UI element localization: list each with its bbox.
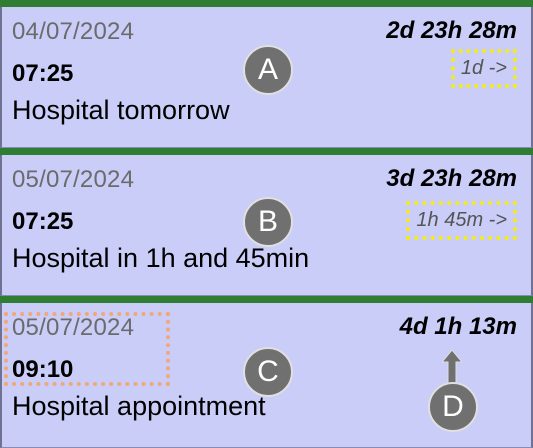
annotation-badge-d: D: [428, 382, 478, 432]
reminder-time: 07:25: [12, 60, 74, 87]
reminder-title: Hospital tomorrow: [12, 95, 230, 125]
reminder-card-a[interactable]: 04/07/2024 07:25 Hospital tomorrow 2d 23…: [0, 0, 533, 148]
reminder-title: Hospital in 1h and 45min: [12, 243, 310, 273]
arrow-up-icon: [442, 350, 462, 384]
reminder-countdown: 2d 23h 28m: [386, 17, 517, 44]
reminder-card-b[interactable]: 05/07/2024 07:25 Hospital in 1h and 45mi…: [0, 148, 533, 296]
date-time-highlight: [4, 312, 170, 386]
reminder-date: 05/07/2024: [12, 166, 135, 193]
reminder-offset: 1d ->: [450, 49, 517, 88]
annotation-badge-b: B: [243, 197, 293, 247]
reminder-time: 07:25: [12, 208, 74, 235]
reminder-countdown: 3d 23h 28m: [386, 165, 517, 192]
annotation-badge-a: A: [243, 45, 293, 95]
reminder-offset: 1h 45m ->: [406, 201, 517, 240]
reminder-countdown: 4d 1h 13m: [399, 313, 517, 340]
annotation-badge-c: C: [243, 347, 293, 397]
reminder-date: 04/07/2024: [12, 18, 135, 45]
reminder-title: Hospital appointment: [12, 391, 266, 421]
